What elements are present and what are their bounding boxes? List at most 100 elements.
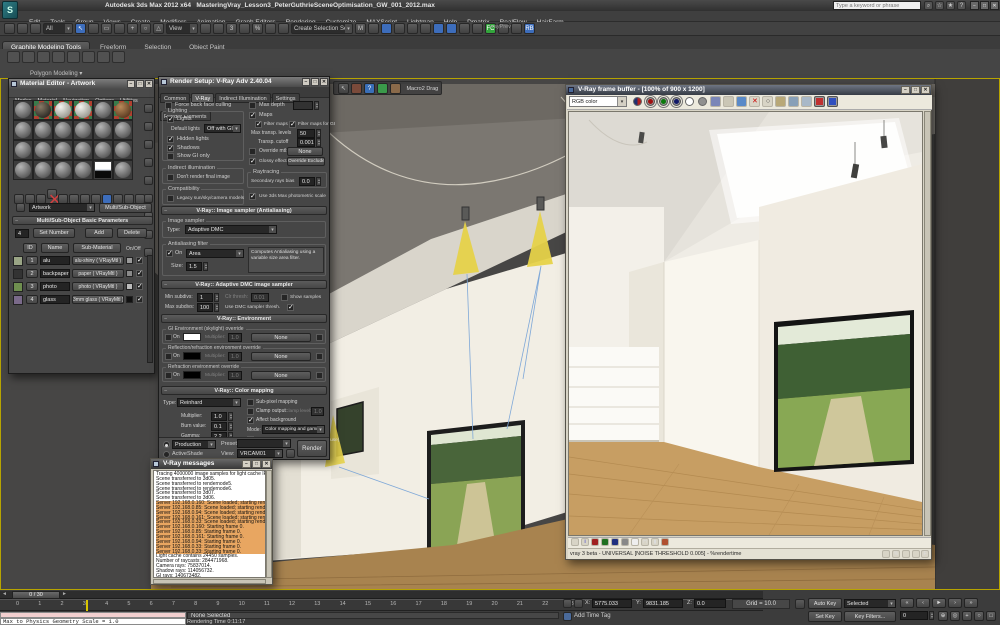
submaterial-button[interactable]: photo ( VRayMtl ) — [72, 282, 124, 291]
go-end-button[interactable]: » — [964, 598, 978, 608]
material-slot[interactable] — [53, 140, 73, 160]
environment-rollout[interactable]: V-Ray:: Environment — [161, 314, 327, 323]
stamp-toggle-icon[interactable] — [882, 550, 890, 558]
subpixel-checkbox[interactable] — [247, 399, 254, 406]
pan-view-icon[interactable]: + — [962, 611, 972, 621]
transp-cutoff-field[interactable]: 0.001 — [297, 138, 315, 147]
material-slot[interactable] — [33, 100, 53, 120]
submaterial-id[interactable]: 3 — [26, 282, 38, 291]
absolute-mode-icon[interactable] — [574, 599, 583, 608]
gi-env-color-swatch[interactable] — [183, 333, 201, 341]
material-slot[interactable] — [13, 100, 33, 120]
material-slot[interactable] — [53, 120, 73, 140]
bind-spacewarp-icon[interactable] — [30, 23, 41, 34]
submaterial-button[interactable]: alu-shiny ( VRayMtl ) — [72, 256, 124, 265]
app-logo-icon[interactable]: S — [2, 1, 18, 19]
refl-env-map-button[interactable]: None — [251, 352, 311, 361]
material-slot[interactable] — [93, 160, 113, 180]
go-start-button[interactable]: « — [900, 598, 914, 608]
ribbon-section-label[interactable]: Polygon Modeling ▾ — [30, 70, 82, 77]
help-center-icon[interactable]: ? — [957, 1, 966, 10]
frame-spinner[interactable] — [929, 611, 934, 620]
max-depth-checkbox[interactable] — [249, 102, 256, 109]
play-button[interactable]: ► — [932, 598, 946, 608]
image-vertical-scrollbar[interactable] — [924, 111, 931, 536]
frame-buffer-title-bar[interactable]: V-Ray frame buffer - [100% of 900 x 1200… — [566, 85, 931, 95]
material-slot[interactable] — [113, 140, 133, 160]
sampler-type-dropdown[interactable]: Adaptive DMC — [185, 225, 277, 234]
help-icon[interactable]: ? — [364, 83, 375, 94]
rect-selection-region-icon[interactable]: ▭ — [101, 23, 112, 34]
gi-env-mult-field[interactable]: 1.0 — [228, 333, 242, 342]
minimize-button[interactable]: − — [901, 86, 910, 94]
render-setup-title-bar[interactable]: Render Setup: V-Ray Adv 2.40.04 −□✕ — [159, 77, 329, 87]
close-button[interactable]: ✕ — [990, 1, 999, 10]
production-radio[interactable] — [163, 441, 170, 448]
zoom-magnifier-icon[interactable]: ○ — [762, 96, 773, 107]
channel-dropdown[interactable]: RGB color — [569, 96, 627, 107]
communication-icon[interactable]: ☆ — [935, 1, 944, 10]
submaterial-button[interactable]: 3mm glass ( VRayMtl ) — [72, 295, 124, 304]
burn-value-field[interactable]: 0.1 — [211, 422, 227, 431]
red-small-icon[interactable] — [591, 538, 599, 546]
current-frame-field[interactable]: 0 — [900, 611, 928, 620]
submaterial-thumbnail[interactable] — [13, 256, 23, 266]
burn-value-spinner[interactable] — [228, 422, 233, 431]
refr-env-on-checkbox[interactable] — [165, 372, 172, 379]
horizontal-scrollbar[interactable] — [153, 579, 266, 584]
mirror-icon[interactable]: M — [355, 23, 366, 34]
compare-h-icon[interactable]: H — [641, 538, 649, 546]
search-input[interactable] — [833, 1, 921, 10]
max-subdivs-field[interactable]: 100 — [197, 303, 213, 312]
max-depth-spinner[interactable] — [314, 101, 319, 110]
lock-view-icon[interactable] — [286, 449, 295, 458]
activeshade-radio[interactable] — [163, 451, 170, 458]
material-slot[interactable] — [53, 100, 73, 120]
orbit-view-icon[interactable]: ○ — [974, 611, 984, 621]
show-samples-checkbox[interactable] — [281, 294, 288, 301]
vertical-scrollbar[interactable] — [266, 470, 272, 578]
cm-multiplier-spinner[interactable] — [228, 412, 233, 421]
time-slider-handle[interactable]: 0 / 30 — [12, 591, 60, 599]
render-button[interactable]: Render — [297, 440, 327, 457]
material-slot[interactable] — [73, 140, 93, 160]
sample-type-icon[interactable] — [144, 104, 153, 113]
green-small-icon[interactable] — [601, 538, 609, 546]
default-lights-dropdown[interactable]: Off with GI — [204, 124, 241, 133]
submaterial-color-chip[interactable] — [126, 257, 133, 264]
wrench-icon[interactable] — [351, 83, 362, 94]
material-slot[interactable] — [73, 100, 93, 120]
maps-checkbox[interactable] — [249, 112, 256, 119]
max-transp-field[interactable]: 50 — [297, 129, 315, 138]
lock-selection-icon[interactable] — [563, 599, 572, 608]
polygon-tool-icon[interactable] — [37, 51, 50, 63]
y-coordinate-field[interactable]: 9831.185 — [643, 599, 683, 608]
next-frame-button[interactable]: › — [948, 598, 962, 608]
secondary-bias-spinner[interactable] — [316, 177, 321, 186]
red-channel-icon[interactable] — [646, 97, 655, 106]
refr-env-mult-field[interactable]: 1.0 — [228, 371, 242, 380]
edit-stamp-icon[interactable] — [902, 550, 910, 558]
legacy-models-checkbox[interactable] — [167, 195, 174, 202]
submaterial-name-field[interactable]: glass — [40, 295, 70, 304]
submaterial-enabled-checkbox[interactable] — [136, 257, 143, 264]
favorites-icon[interactable]: ★ — [946, 1, 955, 10]
submaterial-thumbnail[interactable] — [13, 269, 23, 279]
selection-set-dropdown[interactable]: Selected — [844, 599, 896, 608]
close-button[interactable]: ✕ — [145, 80, 153, 88]
submaterial-enabled-checkbox[interactable] — [136, 270, 143, 277]
select-cursor-icon[interactable]: ↖ — [338, 83, 349, 94]
gi-env-map-button[interactable]: None — [251, 333, 311, 342]
video-color-check-icon[interactable] — [144, 176, 153, 185]
render-setup-icon[interactable] — [446, 23, 457, 34]
polygon-tool-icon[interactable] — [52, 51, 65, 63]
info-icon[interactable]: i — [581, 538, 589, 546]
refr-env-map-button[interactable]: None — [251, 371, 311, 380]
macro-label[interactable]: Macro2 Drag — [406, 86, 438, 92]
layer-manager-icon[interactable] — [381, 23, 392, 34]
font-stamp-icon[interactable] — [912, 550, 920, 558]
close-button[interactable]: ✕ — [262, 460, 271, 468]
polygon-tool-icon[interactable] — [67, 51, 80, 63]
rendered-image[interactable] — [568, 111, 923, 536]
add-time-tag[interactable]: Add Time Tag — [574, 612, 611, 621]
